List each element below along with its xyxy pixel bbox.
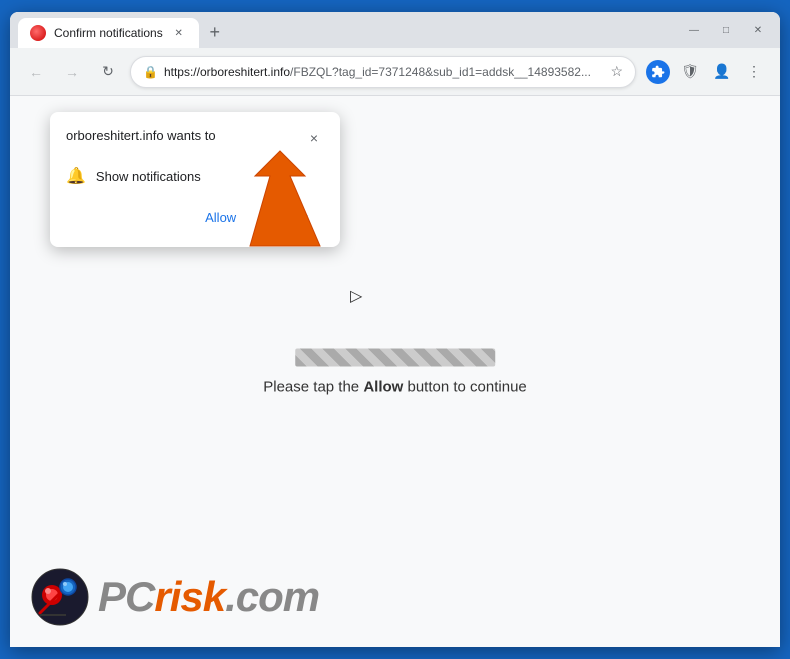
minimize-button[interactable]: — [680,20,708,40]
forward-button[interactable]: → [58,58,86,86]
block-button[interactable]: Block [260,204,324,231]
browser-window: Confirm notifications ✕ + — □ ✕ ← → ↻ 🔒 … [10,12,780,647]
url-text: https://orboreshitert.info/FBZQL?tag_id=… [164,65,604,79]
page-content: Please tap the Allow button to continue [263,348,527,395]
tab-area: Confirm notifications ✕ + [18,18,680,48]
new-tab-button[interactable]: + [201,18,229,46]
popup-item: 🔔 Show notifications [66,160,324,192]
pcrisk-pc-icon [30,567,90,627]
tab-title: Confirm notifications [54,26,163,40]
popup-header: orboreshitert.info wants to × [66,128,324,148]
loading-bar [295,348,495,366]
profile-button[interactable]: 👤 [708,58,736,86]
url-base: https://orboreshitert.info [164,65,290,79]
lock-icon: 🔒 [143,65,158,79]
tab-close-button[interactable]: ✕ [171,25,187,41]
url-path: /FBZQL?tag_id=7371248&sub_id1=addsk__148… [290,65,591,79]
instruction-suffix: button to continue [403,378,526,395]
title-bar: Confirm notifications ✕ + — □ ✕ [10,12,780,48]
omnibox[interactable]: 🔒 https://orboreshitert.info/FBZQL?tag_i… [130,56,636,88]
instruction-prefix: Please tap the [263,378,363,395]
extensions-icon [646,60,670,84]
window-controls: — □ ✕ [680,20,772,48]
window-close-button[interactable]: ✕ [744,20,772,40]
popup-title: orboreshitert.info wants to [66,128,304,143]
domain-text: .com [225,573,319,620]
extensions-button[interactable] [644,58,672,86]
browser-content: orboreshitert.info wants to × 🔔 Show not… [10,96,780,647]
pcrisk-logo: PCrisk.com [30,567,319,627]
bell-icon: 🔔 [66,166,86,186]
mouse-cursor: ▷ [350,286,362,306]
risk-text: risk [154,573,225,620]
tab-favicon [30,25,46,41]
pc-text: PC [98,573,154,620]
maximize-button[interactable]: □ [712,20,740,40]
notification-popup: orboreshitert.info wants to × 🔔 Show not… [50,112,340,247]
refresh-button[interactable]: ↻ [94,58,122,86]
popup-buttons: Allow Block [66,204,324,231]
shield-icon[interactable]: 🛡 [676,58,704,86]
back-button[interactable]: ← [22,58,50,86]
pcrisk-wordmark: PCrisk.com [98,573,319,621]
instruction-bold: Allow [363,378,403,395]
bookmark-icon[interactable]: ☆ [610,63,623,80]
popup-item-text: Show notifications [96,169,201,184]
popup-close-button[interactable]: × [304,128,324,148]
toolbar-icons: 🛡 👤 ⋮ [644,58,768,86]
active-tab[interactable]: Confirm notifications ✕ [18,18,199,48]
page-instruction: Please tap the Allow button to continue [263,378,527,395]
address-bar: ← → ↻ 🔒 https://orboreshitert.info/FBZQL… [10,48,780,96]
allow-button[interactable]: Allow [189,204,252,231]
menu-button[interactable]: ⋮ [740,58,768,86]
